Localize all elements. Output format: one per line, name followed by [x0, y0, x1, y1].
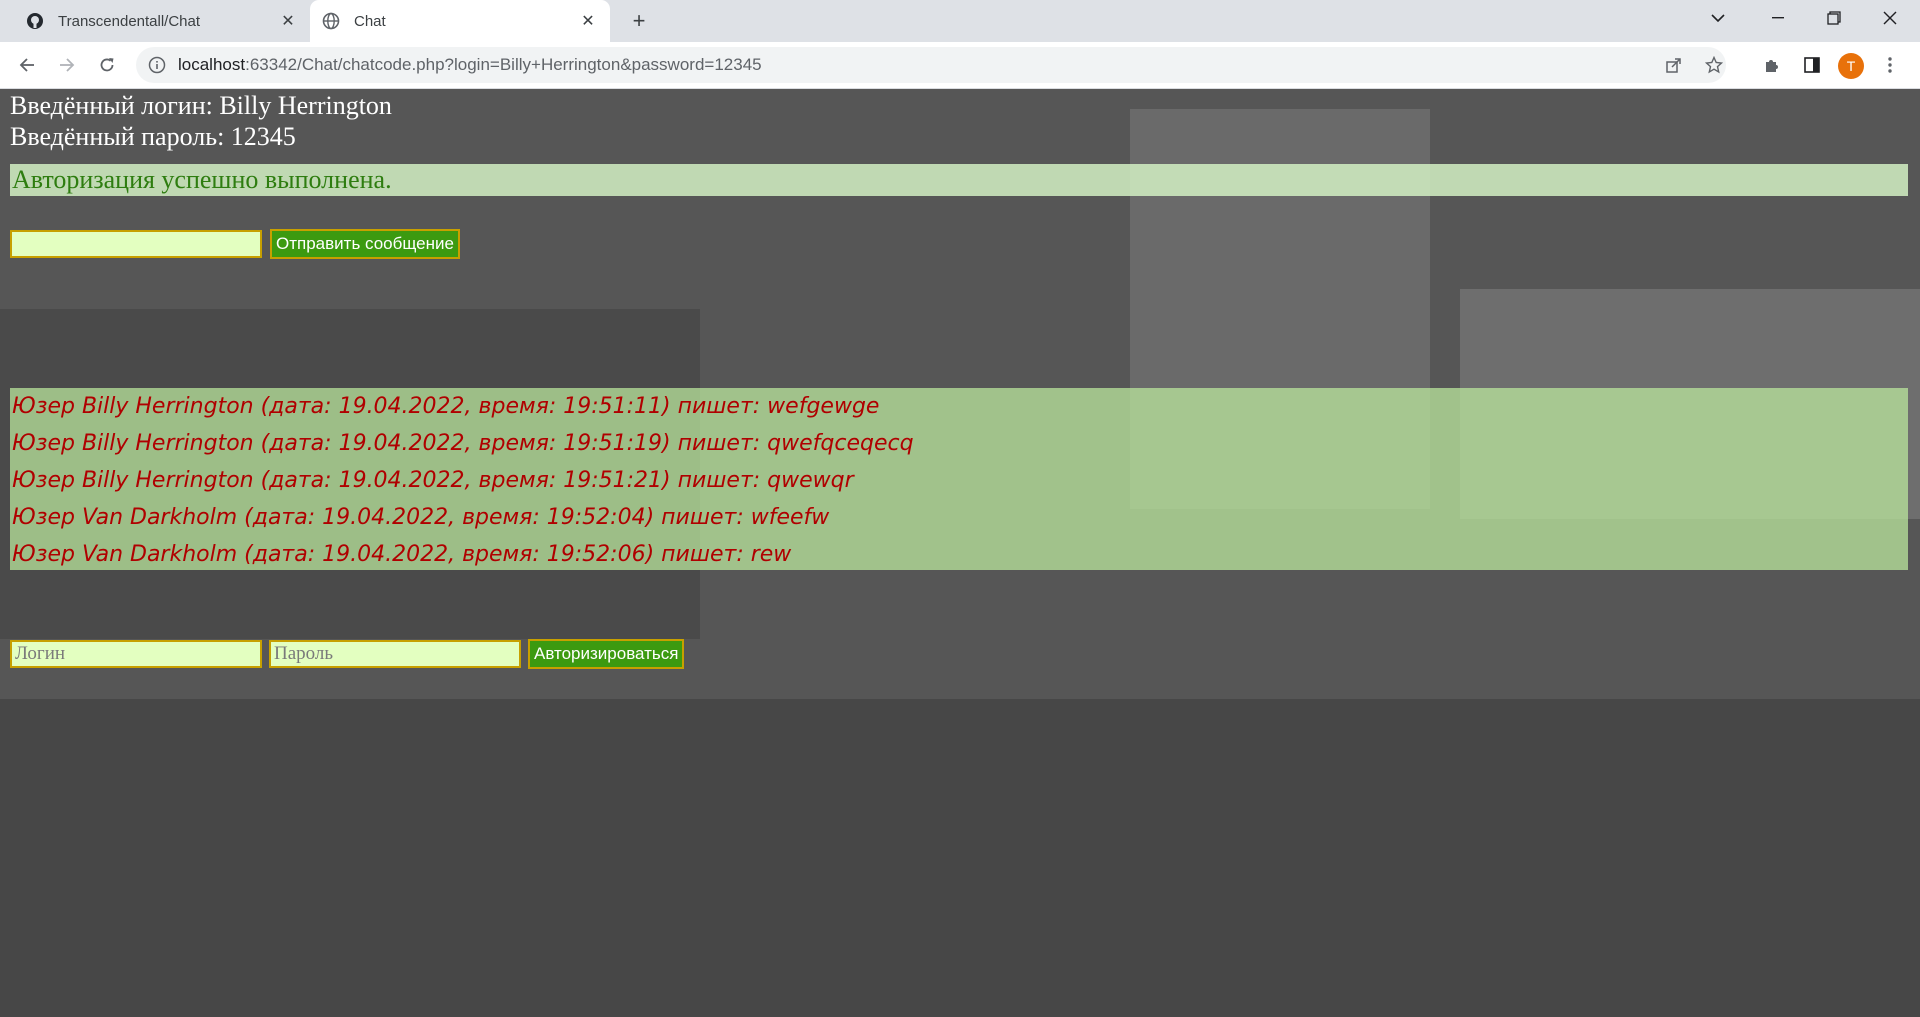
message-input[interactable]	[10, 230, 262, 258]
minimize-button[interactable]	[1750, 0, 1806, 36]
message-item: Юзер Billy Herrington (дата: 19.04.2022,…	[12, 431, 914, 456]
close-window-button[interactable]	[1862, 0, 1918, 36]
entered-password-text: Введённый пароль: 12345	[10, 122, 296, 151]
send-message-button[interactable]: Отправить сообщение	[270, 229, 460, 259]
tab-label: Chat	[354, 12, 386, 30]
reload-button[interactable]	[91, 49, 123, 81]
message-item: Юзер Billy Herrington (дата: 19.04.2022,…	[12, 394, 880, 419]
message-list: Юзер Billy Herrington (дата: 19.04.2022,…	[10, 388, 1908, 570]
new-tab-button[interactable]: +	[624, 6, 654, 36]
authorize-button[interactable]: Авторизироваться	[528, 639, 685, 669]
auth-success-banner: Авторизация успешно выполнена.	[10, 164, 1908, 196]
browser-toolbar: localhost:63342/Chat/chatcode.php?login=…	[0, 42, 1920, 89]
close-tab-icon[interactable]: ✕	[578, 11, 598, 31]
message-item: Юзер Billy Herrington (дата: 19.04.2022,…	[12, 468, 854, 493]
close-tab-icon[interactable]: ✕	[278, 11, 298, 31]
bookmark-star-icon[interactable]	[1698, 49, 1730, 81]
message-item: Юзер Van Darkholm (дата: 19.04.2022, вре…	[12, 542, 792, 567]
login-input[interactable]	[10, 640, 262, 668]
url-path: :63342/Chat/chatcode.php?login=Billy+Her…	[245, 55, 762, 74]
page-viewport: Введённый логин: Billy Herrington Введён…	[0, 89, 1920, 1017]
extensions-puzzle-icon[interactable]	[1756, 49, 1788, 81]
tab-strip: Transcendentall/Chat ✕ Chat ✕ +	[0, 0, 1920, 42]
share-icon[interactable]	[1658, 49, 1690, 81]
tab-chat[interactable]: Chat ✕	[310, 0, 610, 42]
globe-icon	[322, 12, 340, 30]
forward-button[interactable]	[51, 49, 83, 81]
github-icon	[26, 12, 44, 30]
tab-label: Transcendentall/Chat	[58, 12, 201, 30]
browser-menu-kebab-icon[interactable]	[1874, 49, 1906, 81]
url-host: localhost	[178, 55, 246, 74]
profile-avatar[interactable]: T	[1838, 53, 1864, 79]
address-bar[interactable]: localhost:63342/Chat/chatcode.php?login=…	[136, 47, 1726, 83]
tab-transcendentall-chat[interactable]: Transcendentall/Chat ✕	[14, 0, 310, 42]
side-panel-icon[interactable]	[1796, 49, 1828, 81]
tab-search-chevron-icon[interactable]	[1690, 0, 1746, 36]
back-button[interactable]	[11, 49, 43, 81]
restore-button[interactable]	[1806, 0, 1862, 36]
message-item: Юзер Van Darkholm (дата: 19.04.2022, вре…	[12, 505, 830, 530]
url-text[interactable]: localhost:63342/Chat/chatcode.php?login=…	[178, 47, 762, 83]
password-input[interactable]	[269, 640, 521, 668]
entered-login-text: Введённый логин: Billy Herrington	[10, 91, 392, 120]
site-info-icon[interactable]	[148, 56, 166, 74]
